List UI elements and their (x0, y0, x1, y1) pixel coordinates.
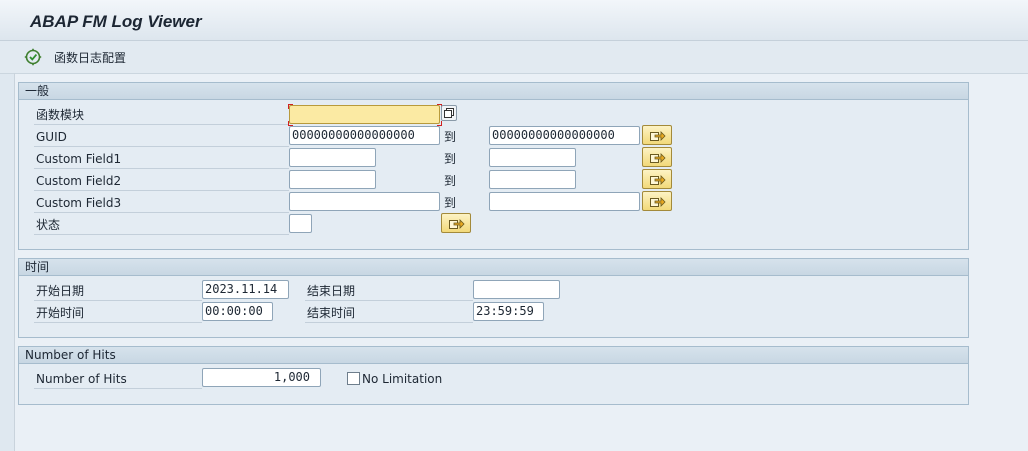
label-underline (34, 388, 202, 389)
label-underline (34, 234, 289, 235)
arrow-right-icon (650, 153, 666, 163)
start-time-input[interactable]: 00:00:00 (202, 302, 273, 321)
status-more-selection-button[interactable] (441, 213, 471, 233)
label-underline (34, 146, 289, 147)
start-time-label: 开始时间 (36, 306, 85, 320)
no-limitation-checkbox[interactable] (347, 372, 360, 385)
custom-field3-to-label: 到 (444, 196, 457, 210)
number-of-hits-label: Number of Hits (36, 372, 127, 386)
custom-field2-label: Custom Field2 (36, 174, 122, 188)
custom-field3-to-input[interactable] (489, 192, 640, 211)
guid-to-input[interactable]: 00000000000000000 (489, 126, 640, 145)
end-time-input[interactable]: 23:59:59 (473, 302, 544, 321)
label-underline (34, 124, 289, 125)
label-underline (34, 322, 202, 323)
title-bar: ABAP FM Log Viewer (0, 0, 1028, 41)
label-underline (34, 300, 202, 301)
guid-label: GUID (36, 130, 67, 144)
label-underline (34, 168, 289, 169)
label-underline (34, 212, 289, 213)
custom-field1-to-label: 到 (444, 152, 457, 166)
function-log-config-button[interactable]: 函数日志配置 (24, 47, 126, 67)
group-number-of-hits: Number of Hits Number of Hits 1,000 No L… (18, 346, 969, 405)
function-module-input[interactable] (289, 105, 440, 124)
custom-field3-label: Custom Field3 (36, 196, 122, 210)
guid-more-selection-button[interactable] (642, 125, 672, 145)
group-general-header: 一般 (19, 83, 968, 100)
window-title: ABAP FM Log Viewer (30, 12, 202, 31)
custom-field1-from-input[interactable] (289, 148, 376, 167)
end-date-input[interactable] (473, 280, 560, 299)
label-underline (305, 300, 473, 301)
custom-field3-more-selection-button[interactable] (642, 191, 672, 211)
execute-config-icon (24, 48, 42, 66)
start-date-input[interactable]: 2023.11.14 (202, 280, 289, 299)
end-time-label: 结束时间 (307, 306, 356, 320)
end-date-label: 结束日期 (307, 284, 356, 298)
status-input[interactable] (289, 214, 312, 233)
application-toolbar: 函数日志配置 (0, 41, 1028, 74)
no-limitation-label[interactable]: No Limitation (362, 370, 442, 388)
custom-field1-more-selection-button[interactable] (642, 147, 672, 167)
start-date-label: 开始日期 (36, 284, 85, 298)
arrow-right-icon (650, 175, 666, 185)
group-time: 时间 开始日期 2023.11.14 结束日期 开始时间 00:00:00 结束… (18, 258, 969, 338)
custom-field1-to-input[interactable] (489, 148, 576, 167)
status-label: 状态 (36, 218, 61, 232)
custom-field2-from-input[interactable] (289, 170, 376, 189)
function-log-config-label: 函数日志配置 (54, 50, 127, 65)
required-marker (288, 104, 293, 109)
custom-field2-more-selection-button[interactable] (642, 169, 672, 189)
multiple-selection-button[interactable] (441, 105, 457, 121)
group-general: 一般 函数模块 GUID 00000000000000000 到 0000000… (18, 82, 969, 250)
label-underline (305, 322, 473, 323)
group-time-header: 时间 (19, 259, 968, 276)
custom-field2-to-label: 到 (444, 174, 457, 188)
function-module-label: 函数模块 (36, 108, 85, 122)
group-hits-header: Number of Hits (19, 347, 968, 364)
custom-field3-from-input[interactable] (289, 192, 440, 211)
arrow-right-icon (449, 219, 465, 229)
number-of-hits-input[interactable]: 1,000 (202, 368, 321, 387)
custom-field2-to-input[interactable] (489, 170, 576, 189)
label-underline (34, 190, 289, 191)
copy-icon (444, 108, 454, 118)
arrow-right-icon (650, 131, 666, 141)
guid-to-label: 到 (444, 130, 457, 144)
arrow-right-icon (650, 197, 666, 207)
guid-from-input[interactable]: 00000000000000000 (289, 126, 440, 145)
custom-field1-label: Custom Field1 (36, 152, 122, 166)
